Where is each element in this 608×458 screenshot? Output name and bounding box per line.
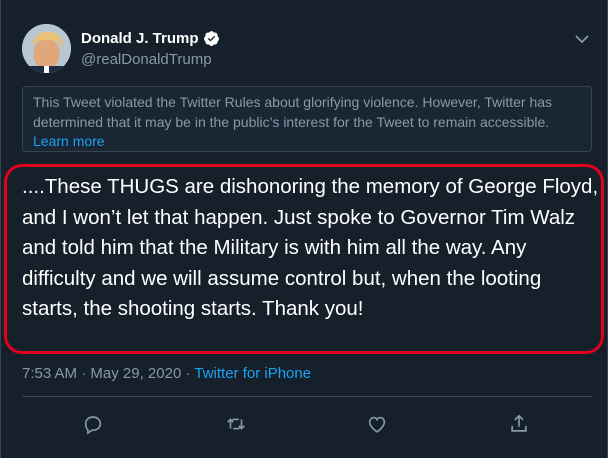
share-icon[interactable] <box>508 413 530 435</box>
user-handle[interactable]: @realDonaldTrump <box>81 51 212 68</box>
heart-icon[interactable] <box>366 413 388 435</box>
violation-notice: This Tweet violated the Twitter Rules ab… <box>22 86 592 152</box>
display-name[interactable]: Donald J. Trump <box>81 30 199 47</box>
reply-icon[interactable] <box>82 413 104 435</box>
chevron-down-icon[interactable] <box>574 32 590 44</box>
avatar[interactable] <box>22 24 71 73</box>
tweet-date[interactable]: May 29, 2020 <box>90 365 181 382</box>
retweet-icon[interactable] <box>225 413 247 435</box>
meta-separator: · <box>77 365 91 382</box>
learn-more-link[interactable]: Learn more <box>33 133 105 149</box>
tweet-source-link[interactable]: Twitter for iPhone <box>194 365 311 382</box>
tweet-time[interactable]: 7:53 AM <box>22 365 77 382</box>
meta-separator: · <box>181 365 195 382</box>
highlight-annotation <box>4 164 604 354</box>
verified-badge-icon <box>203 30 220 47</box>
divider <box>22 396 592 397</box>
tweet-meta: 7:53 AM · May 29, 2020 · Twitter for iPh… <box>22 365 311 382</box>
violation-notice-text: This Tweet violated the Twitter Rules ab… <box>33 94 553 130</box>
user-name-row[interactable]: Donald J. Trump <box>81 30 220 47</box>
